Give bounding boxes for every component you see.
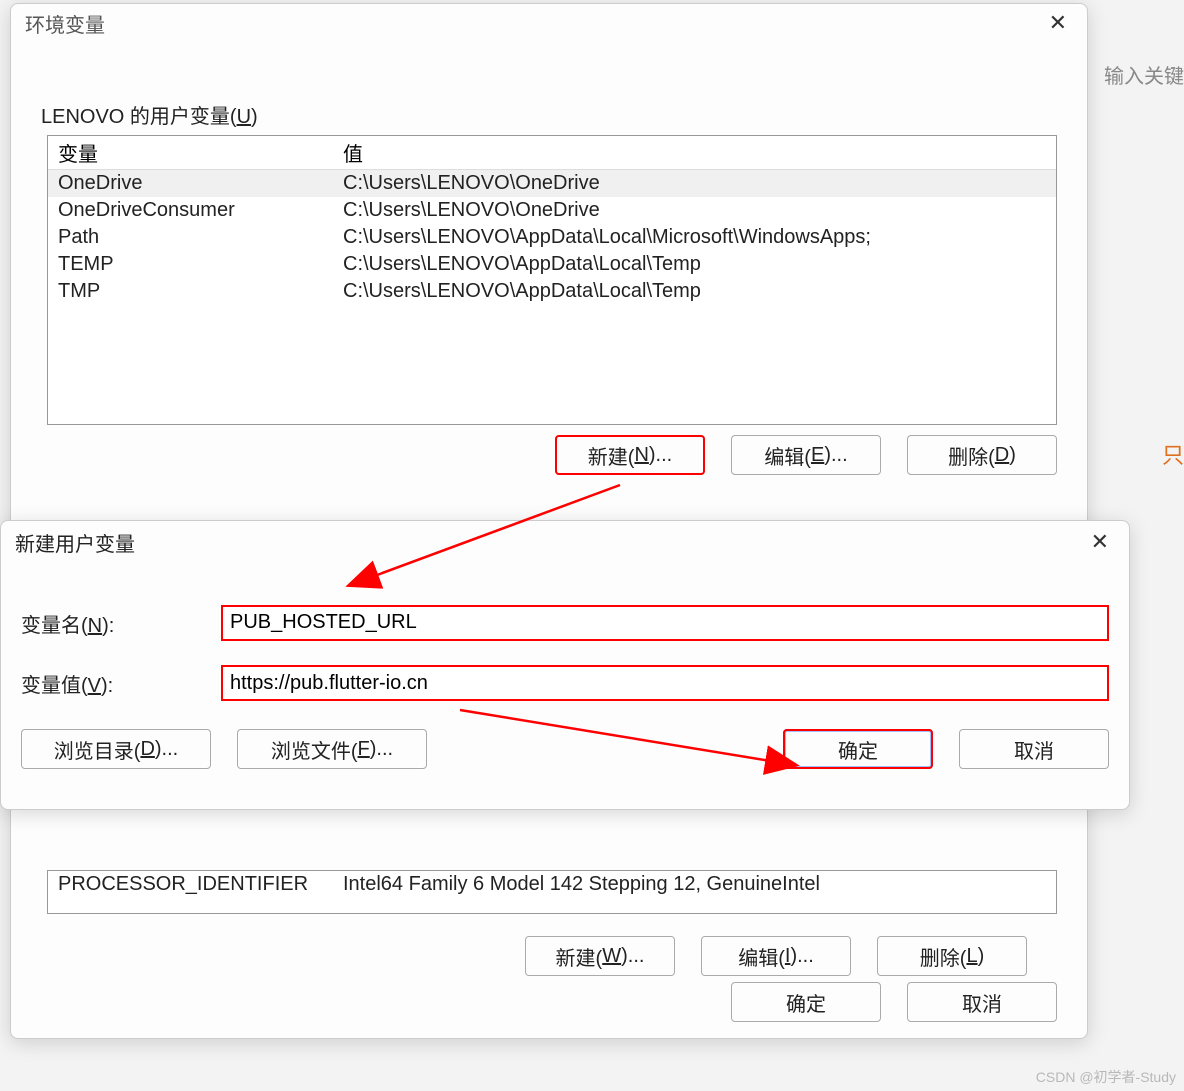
user-vars-section-label: LENOVO 的用户变量(U) — [41, 100, 1087, 129]
new-system-var-button[interactable]: 新建(W)... — [525, 936, 675, 976]
browse-directory-button[interactable]: 浏览目录(D)... — [21, 729, 211, 769]
env-cancel-button[interactable]: 取消 — [907, 982, 1057, 1022]
system-vars-button-row: 新建(W)... 编辑(I)... 删除(L) — [47, 936, 1027, 976]
variable-name-label: 变量名(N): — [21, 609, 221, 638]
delete-user-var-button[interactable]: 删除(D) — [907, 435, 1057, 475]
edit-system-var-button[interactable]: 编辑(I)... — [701, 936, 851, 976]
header-variable[interactable]: 变量 — [48, 136, 333, 169]
list-row[interactable]: TEMP C:\Users\LENOVO\AppData\Local\Temp — [48, 251, 1056, 278]
variable-value-input[interactable] — [221, 665, 1109, 701]
list-row[interactable]: OneDriveConsumer C:\Users\LENOVO\OneDriv… — [48, 197, 1056, 224]
edit-user-var-button[interactable]: 编辑(E)... — [731, 435, 881, 475]
variable-value-label: 变量值(V): — [21, 669, 221, 698]
delete-system-var-button[interactable]: 删除(L) — [877, 936, 1027, 976]
list-row[interactable]: PROCESSOR_IDENTIFIER Intel64 Family 6 Mo… — [48, 871, 1056, 898]
user-vars-listbox[interactable]: 变量 值 OneDrive C:\Users\LENOVO\OneDrive O… — [47, 135, 1057, 425]
close-icon[interactable]: ✕ — [1041, 8, 1075, 38]
new-var-ok-button[interactable]: 确定 — [783, 729, 933, 769]
new-user-var-button[interactable]: 新建(N)... — [555, 435, 705, 475]
new-var-dialog-title: 新建用户变量 — [15, 528, 1083, 557]
env-ok-button[interactable]: 确定 — [731, 982, 881, 1022]
watermark: CSDN @初学者-Study — [1036, 1067, 1176, 1087]
list-header: 变量 值 — [48, 136, 1056, 170]
browse-file-button[interactable]: 浏览文件(F)... — [237, 729, 427, 769]
variable-name-input[interactable] — [221, 605, 1109, 641]
bg-right-orange: 只 — [1162, 438, 1184, 470]
bg-search-hint: 输入关键 — [1104, 60, 1184, 89]
header-value[interactable]: 值 — [333, 136, 1056, 169]
list-row[interactable]: TMP C:\Users\LENOVO\AppData\Local\Temp — [48, 278, 1056, 305]
list-row[interactable]: Path C:\Users\LENOVO\AppData\Local\Micro… — [48, 224, 1056, 251]
close-icon[interactable]: ✕ — [1083, 527, 1117, 557]
new-user-variable-dialog: 新建用户变量 ✕ 变量名(N): 变量值(V): 浏览目录(D)... 浏览文件… — [0, 520, 1130, 810]
user-vars-button-row: 新建(N)... 编辑(E)... 删除(D) — [11, 435, 1057, 475]
system-vars-listbox[interactable]: PROCESSOR_IDENTIFIER Intel64 Family 6 Mo… — [47, 870, 1057, 914]
new-var-cancel-button[interactable]: 取消 — [959, 729, 1109, 769]
env-dialog-title: 环境变量 — [25, 9, 1041, 38]
list-row[interactable]: OneDrive C:\Users\LENOVO\OneDrive — [48, 170, 1056, 197]
